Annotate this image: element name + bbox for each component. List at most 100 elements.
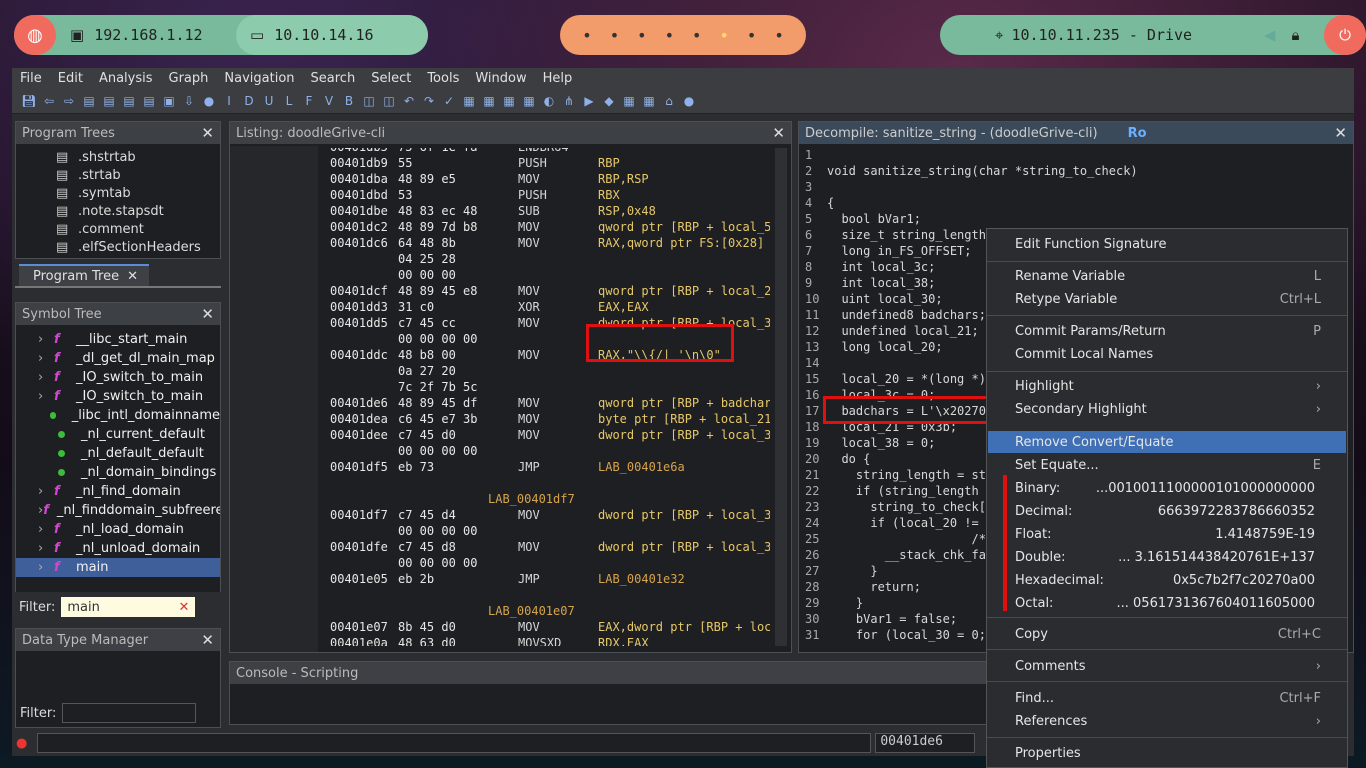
menu-commit-params[interactable]: Commit Params/Return P [1015,321,1335,341]
program-tree-item[interactable]: ▤ .symtab [56,184,220,202]
toolbar-button-icon[interactable]: ● [682,94,696,108]
toolbar-button-icon[interactable]: ▦ [462,94,476,108]
decompile-line[interactable]: 8 int local_3c; [799,260,935,276]
toolbar-button-icon[interactable]: ● [202,94,216,108]
toolbar-button-icon[interactable]: ▦ [642,94,656,108]
decompile-line[interactable]: 9 int local_38; [799,276,935,292]
local-ip[interactable]: ▣ 192.168.1.12 [56,15,236,55]
menu-edit[interactable]: Edit [58,71,83,86]
toolbar-button-icon[interactable]: ◫ [362,94,376,108]
menu-retype-variable[interactable]: Retype Variable Ctrl+L [1015,289,1335,309]
workspace-dot[interactable]: • [637,26,646,45]
workspace-dot[interactable]: • [610,26,619,45]
symbol-tree-item[interactable]: _libc_intl_domainname [16,406,220,425]
workspace-dot[interactable]: • [665,26,674,45]
menu-select[interactable]: Select [371,71,411,86]
tab-program-tree[interactable]: Program Tree ✕ [19,264,149,286]
clear-icon[interactable]: ✕ [178,600,189,615]
toolbar-button-icon[interactable]: B [342,94,356,108]
vpn-ip[interactable]: ▭ 10.10.14.16 [236,15,428,55]
chevron-right-icon[interactable]: › [16,560,54,575]
close-icon[interactable]: ✕ [201,631,214,649]
toolbar-button-icon[interactable]: 💾︎ [21,94,36,108]
close-icon[interactable]: ✕ [201,124,214,142]
symbol-tree-item[interactable]: › f _dl_get_dl_main_map [16,349,220,368]
menu-convert-option[interactable]: Octal:... 0561731367604011605000 [1015,593,1335,613]
program-tree-item[interactable]: ▤ .strtab [56,166,220,184]
close-icon[interactable]: ✕ [127,269,138,284]
symbol-tree-item[interactable]: › f _IO_switch_to_main [16,387,220,406]
toolbar-button-icon[interactable]: F [302,94,316,108]
toolbar-button-icon[interactable]: ▶ [582,94,596,108]
menu-edit-function-signature[interactable]: Edit Function Signature [1015,234,1335,254]
decompile-line[interactable]: 5 bool bVar1; [799,212,921,228]
lock-icon[interactable]: 🔒︎ [1292,26,1300,44]
symbol-tree-item[interactable]: › f _IO_switch_to_main [16,368,220,387]
close-icon[interactable]: ✕ [772,124,785,142]
menu-navigation[interactable]: Navigation [224,71,294,86]
toolbar-button-icon[interactable]: ▤ [122,94,136,108]
decompile-line[interactable]: 14 [799,356,827,372]
symbol-tree-item[interactable]: › f main [16,558,220,577]
menu-tools[interactable]: Tools [427,71,459,86]
toolbar-button-icon[interactable]: ▦ [502,94,516,108]
symbol-tree-item[interactable]: _nl_default_default [16,444,220,463]
menu-convert-option[interactable]: Float: 1.4148759E-19 [1015,524,1335,544]
workspace-dot[interactable]: • [774,26,783,45]
menu-graph[interactable]: Graph [169,71,209,86]
chevron-right-icon[interactable]: › [16,370,54,385]
datatype-filter-input[interactable] [62,703,197,723]
decompile-line[interactable]: 6 size_t string_length; [799,228,993,244]
decompile-line[interactable]: 19 local_38 = 0; [799,436,935,452]
program-tree-item[interactable]: ▤ .elfSectionHeaders [56,238,220,256]
decompile-line[interactable]: 29 } [799,596,863,612]
toolbar-button-icon[interactable]: ↷ [422,94,436,108]
menu-remove-convert-equate[interactable]: Remove Convert/Equate [1015,432,1335,452]
menu-highlight[interactable]: Highlight › [1015,376,1335,396]
menu-find[interactable]: Find... Ctrl+F [1015,688,1335,708]
menu-file[interactable]: File [20,71,42,86]
decompile-line[interactable]: 7 long in_FS_OFFSET; [799,244,972,260]
decompile-line[interactable]: 13 long local_20; [799,340,943,356]
toolbar-button-icon[interactable]: ⌂ [662,94,676,108]
toolbar-button-icon[interactable]: ▤ [102,94,116,108]
symbol-tree-item[interactable]: › f _nl_unload_domain [16,539,220,558]
close-icon[interactable]: ✕ [201,305,214,323]
toolbar-button-icon[interactable]: V [322,94,336,108]
chevron-right-icon[interactable]: › [16,522,54,537]
menu-convert-option[interactable]: Double:... 3.161514438420761E+137 [1015,547,1335,567]
menu-convert-option[interactable]: Binary: ...0010011100000101000000000 [1015,478,1335,498]
menu-analysis[interactable]: Analysis [99,71,153,86]
toolbar-button-icon[interactable]: ◆ [602,94,616,108]
menu-rename-variable[interactable]: Rename Variable L [1015,266,1335,286]
toolbar-button-icon[interactable]: ⋔ [562,94,576,108]
menu-comments[interactable]: Comments › [1015,656,1335,676]
power-button[interactable]: ⏻ [1324,15,1366,55]
decompile-line[interactable]: 27 } [799,564,878,580]
decompile-line[interactable]: 1 [799,148,827,164]
workspace-dot[interactable]: • [747,26,756,45]
menu-references[interactable]: References › [1015,711,1335,731]
toolbar-button-icon[interactable]: ▦ [622,94,636,108]
toolbar-button-icon[interactable]: ▤ [82,94,96,108]
toolbar-button-icon[interactable]: D [242,94,256,108]
menu-secondary-highlight[interactable]: Secondary Highlight › [1015,399,1335,419]
workspace-dot[interactable]: • [582,26,591,45]
toolbar-button-icon[interactable]: ✓ [442,94,456,108]
symbol-filter-input[interactable]: main ✕ [61,597,196,617]
toolbar-button-icon[interactable]: ◐ [542,94,556,108]
decompile-line[interactable]: 3 [799,180,827,196]
decompile-line[interactable]: 12 undefined local_21; [799,324,979,340]
decompile-line[interactable]: 2 void sanitize_string(char *string_to_ch… [799,164,1138,180]
decompile-line[interactable]: 4{ [799,196,834,212]
target-label[interactable]: 10.10.11.235 - Drive [1011,26,1192,44]
menu-set-equate[interactable]: Set Equate... E [1015,455,1335,475]
symbol-tree-item[interactable]: › f __libc_start_main [16,330,220,349]
menu-copy[interactable]: Copy Ctrl+C [1015,624,1335,644]
workspace-dot[interactable]: • [719,26,728,45]
toolbar-button-icon[interactable]: ⇩ [182,94,196,108]
chevron-right-icon[interactable]: › [16,332,54,347]
menu-commit-local-names[interactable]: Commit Local Names [1015,344,1335,364]
chevron-right-icon[interactable]: › [16,484,54,499]
volume-icon[interactable]: ◀ [1264,26,1276,44]
